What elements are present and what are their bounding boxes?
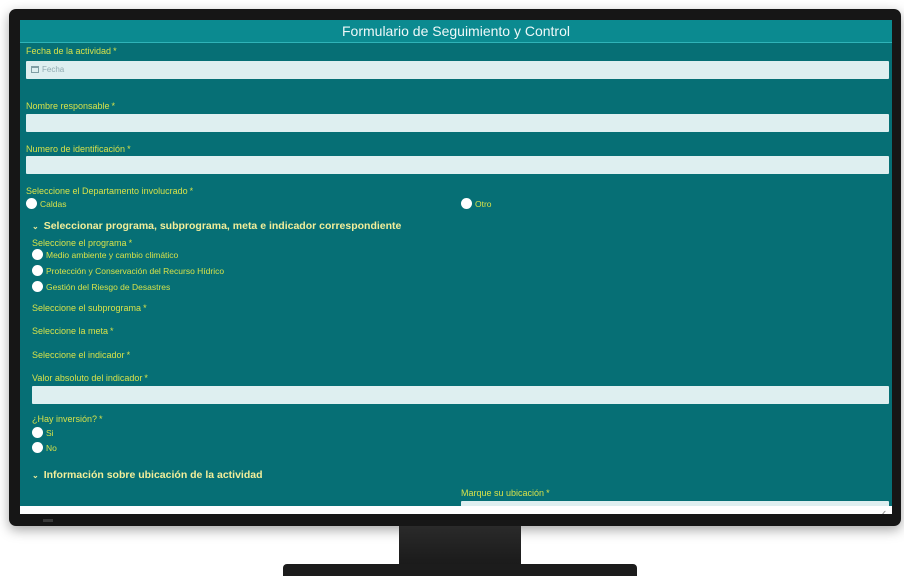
fecha-placeholder: Fecha xyxy=(42,65,65,74)
radio-no[interactable]: No xyxy=(32,442,57,453)
radio-circle xyxy=(32,281,43,292)
monitor-frame: Formulario de Seguimiento y Control Fech… xyxy=(9,9,901,526)
radio-circle xyxy=(32,442,43,453)
monitor-stand-neck xyxy=(399,526,521,566)
identificacion-label: Numero de identificación * xyxy=(26,144,131,154)
radio-programa-1[interactable]: Medio ambiente y cambio climático xyxy=(32,249,178,260)
responsable-field[interactable] xyxy=(26,114,889,132)
subprograma-label: Seleccione el subprograma * xyxy=(32,303,147,313)
inversion-label: ¿Hay inversión? * xyxy=(32,414,103,424)
fecha-field[interactable]: Fecha xyxy=(26,61,889,79)
radio-circle xyxy=(26,198,37,209)
chevron-down-icon: ⌄ xyxy=(32,470,39,480)
form-footer: ✓ xyxy=(20,506,892,514)
valor-field[interactable] xyxy=(32,386,889,404)
fecha-label: Fecha de la actividad * xyxy=(26,46,117,56)
radio-otro[interactable]: Otro xyxy=(461,198,492,209)
radio-programa-3[interactable]: Gestión del Riesgo de Desastres xyxy=(32,281,170,292)
radio-caldas[interactable]: Caldas xyxy=(26,198,66,209)
marque-label: Marque su ubicación * xyxy=(461,488,550,498)
departamento-label: Seleccione el Departamento involucrado * xyxy=(26,186,194,196)
identificacion-field[interactable] xyxy=(26,156,889,174)
radio-si[interactable]: Si xyxy=(32,427,54,438)
radio-circle xyxy=(32,427,43,438)
valor-label: Valor absoluto del indicador * xyxy=(32,373,148,383)
radio-circle xyxy=(32,265,43,276)
check-icon[interactable]: ✓ xyxy=(877,507,888,514)
radio-circle xyxy=(32,249,43,260)
programa-label: Seleccione el programa * xyxy=(32,238,133,248)
meta-label: Seleccione la meta * xyxy=(32,326,114,336)
responsable-label: Nombre responsable * xyxy=(26,101,116,111)
monitor-stand-base xyxy=(283,564,637,576)
radio-programa-2[interactable]: Protección y Conservación del Recurso Hí… xyxy=(32,265,224,276)
indicador-label: Seleccione el indicador * xyxy=(32,350,131,360)
chevron-down-icon: ⌄ xyxy=(32,221,39,231)
form-screen: Formulario de Seguimiento y Control Fech… xyxy=(20,20,892,514)
calendar-icon xyxy=(31,66,39,73)
section-programa-toggle[interactable]: ⌄ Seleccionar programa, subprograma, met… xyxy=(32,220,401,232)
section-ubicacion-toggle[interactable]: ⌄ Información sobre ubicación de la acti… xyxy=(32,469,263,481)
form-title: Formulario de Seguimiento y Control xyxy=(20,20,892,43)
radio-circle xyxy=(461,198,472,209)
power-indicator xyxy=(43,519,53,522)
